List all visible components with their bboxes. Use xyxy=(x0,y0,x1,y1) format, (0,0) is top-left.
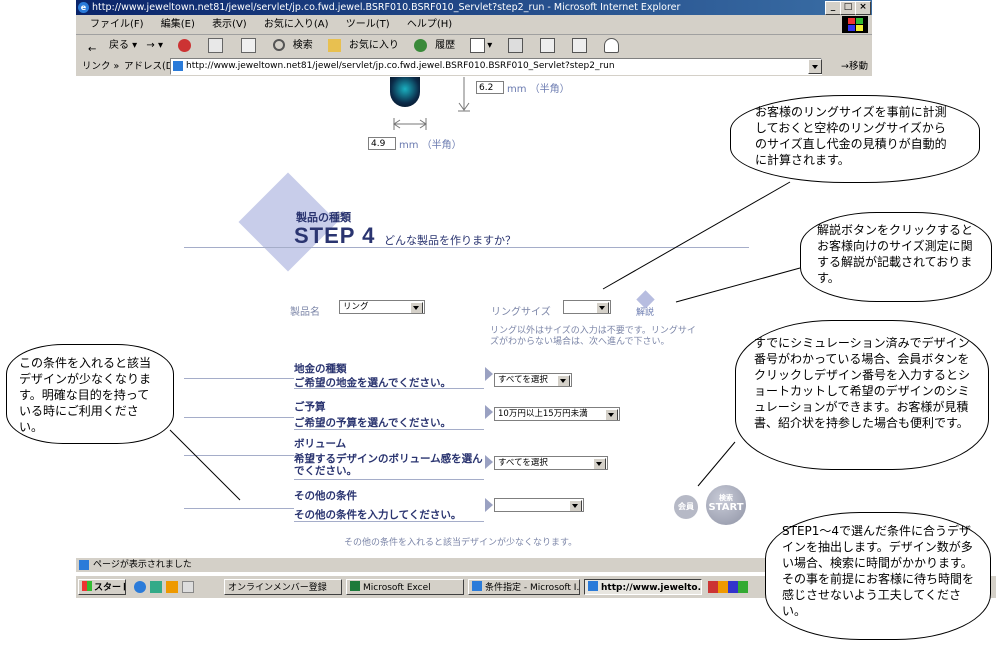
callout-member: すでにシミュレーション済みでデザイン番号がわかっている場合、会員ボタンをクリック… xyxy=(735,320,989,470)
callout-conditions: この条件を入れると該当デザインが少なくなります。明確な目的を持っている時にご利用… xyxy=(6,344,174,444)
callout-ring-size: お客様のリングサイズを事前に計測しておくと空枠のリングサイズからのサイズ直し代金… xyxy=(730,95,980,183)
callout-help: 解説ボタンをクリックするとお客様向けのサイズ測定に関する解説が記載されております… xyxy=(800,212,992,302)
callout-start: STEP1～4で選んだ条件に合うデザインを抽出します。デザイン数が多い場合、検索… xyxy=(765,512,991,640)
